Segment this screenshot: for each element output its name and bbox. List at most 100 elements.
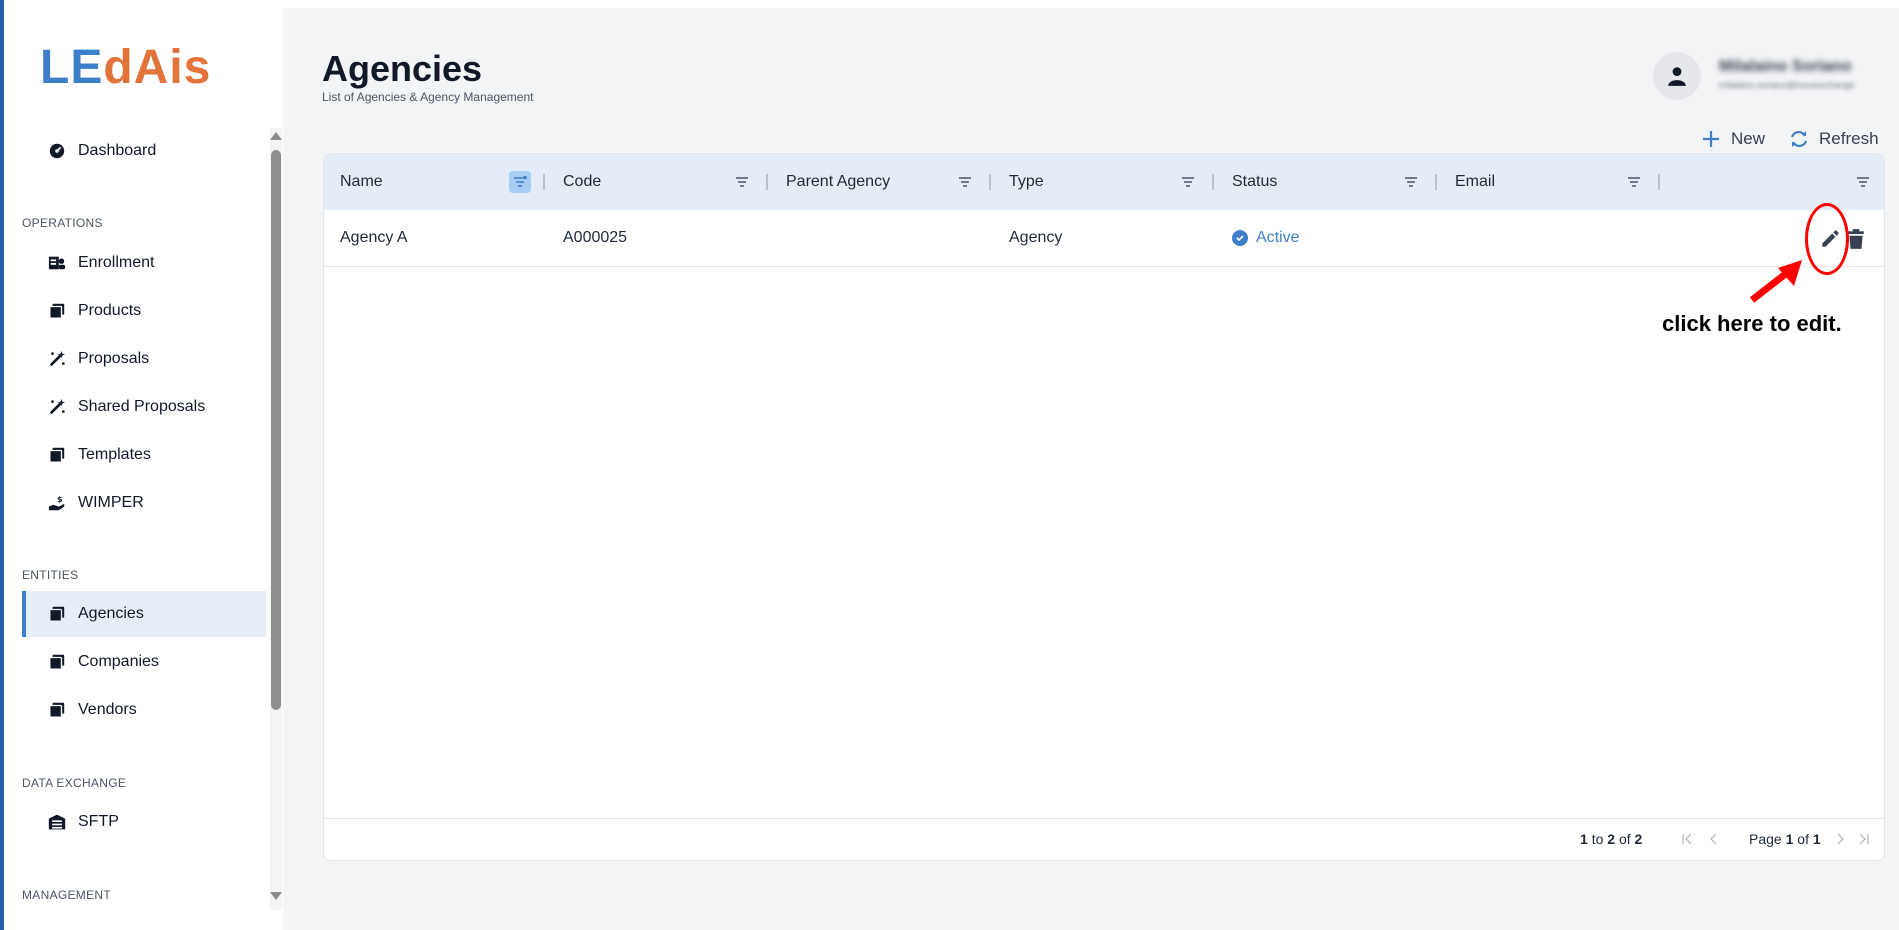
- sidebar-scroll-thumb[interactable]: [271, 150, 281, 710]
- new-button[interactable]: New: [1701, 124, 1765, 154]
- annotation-circle: [1805, 203, 1849, 275]
- avatar[interactable]: [1653, 52, 1701, 100]
- column-separator[interactable]: [989, 174, 991, 190]
- table-header: Name Code Parent Agency Type Status Emai…: [324, 154, 1884, 210]
- sidebar-item-dashboard[interactable]: Dashboard: [22, 128, 266, 174]
- user-icon: [1668, 67, 1686, 86]
- sidebar-item-label: Agencies: [78, 605, 144, 622]
- range-total: 2: [1634, 831, 1643, 847]
- dashboard-icon: [49, 143, 65, 159]
- column-header-code[interactable]: Code: [563, 154, 601, 210]
- page-of-word: of: [1797, 831, 1809, 847]
- filter-icon: [959, 177, 971, 187]
- next-page-icon: [1837, 833, 1844, 845]
- sidebar-item-proposals[interactable]: Proposals: [22, 336, 266, 382]
- section-operations: OPERATIONS: [22, 216, 103, 230]
- vendors-icon: [49, 702, 65, 718]
- agencies-icon: [49, 606, 65, 622]
- companies-icon: [49, 654, 65, 670]
- section-data-exchange: DATA EXCHANGE: [22, 776, 127, 790]
- sidebar-item-label: WIMPER: [78, 494, 144, 511]
- range-from: 1: [1580, 831, 1588, 847]
- first-page-button[interactable]: [1677, 829, 1697, 849]
- sidebar: LEdAis Dashboard OPERATIONS Enrollment P…: [0, 0, 283, 930]
- refresh-icon: [1790, 130, 1808, 148]
- filter-icon: [1857, 177, 1869, 187]
- svg-text:$: $: [57, 494, 63, 504]
- cell-code: A000025: [563, 229, 628, 246]
- prev-page-button[interactable]: [1704, 829, 1724, 849]
- scroll-down-arrow-icon[interactable]: [270, 892, 282, 900]
- sidebar-item-templates[interactable]: Templates: [22, 432, 266, 478]
- sidebar-item-sftp[interactable]: SFTP: [22, 799, 266, 845]
- column-separator[interactable]: [1658, 174, 1660, 190]
- column-header-status[interactable]: Status: [1232, 154, 1277, 210]
- sidebar-item-label: Templates: [78, 446, 151, 463]
- plus-icon: [1703, 131, 1719, 147]
- logo-part-2: dAis: [103, 41, 212, 94]
- first-page-icon: [1682, 833, 1692, 845]
- last-page-button[interactable]: [1854, 829, 1874, 849]
- page-subtitle: List of Agencies & Agency Management: [322, 90, 534, 104]
- parent-agency-filter-button[interactable]: [955, 173, 975, 191]
- sidebar-item-label: Products: [78, 302, 142, 319]
- cell-type: Agency: [1009, 229, 1063, 246]
- filter-icon: [1405, 177, 1417, 187]
- templates-icon: [49, 447, 65, 463]
- last-page-icon: [1859, 833, 1869, 845]
- annotation-arrow-icon: [1749, 260, 1802, 303]
- delete-button[interactable]: [1846, 228, 1868, 250]
- pagination-summary: 1 to 2 of 2: [1580, 831, 1642, 847]
- column-separator[interactable]: [766, 174, 768, 190]
- sidebar-item-label: SFTP: [78, 813, 119, 830]
- sidebar-item-label: Enrollment: [78, 254, 155, 271]
- main-content: Agencies List of Agencies & Agency Manag…: [283, 8, 1899, 930]
- sidebar-item-companies[interactable]: Companies: [22, 639, 266, 685]
- column-separator[interactable]: [543, 174, 545, 190]
- sidebar-item-label: Companies: [78, 653, 159, 670]
- sidebar-item-vendors[interactable]: Vendors: [22, 687, 266, 733]
- sidebar-item-agencies[interactable]: Agencies: [22, 591, 266, 637]
- column-header-name[interactable]: Name: [340, 154, 383, 210]
- sidebar-item-wimper[interactable]: $ WIMPER: [22, 480, 266, 526]
- refresh-button[interactable]: Refresh: [1789, 124, 1879, 154]
- user-email: milalaino.soriano@insurexchange: [1719, 80, 1855, 90]
- refresh-button-label: Refresh: [1819, 129, 1879, 148]
- wimper-icon: $: [48, 494, 65, 511]
- page-title: Agencies: [322, 48, 483, 89]
- user-name[interactable]: Milalaino Soriano: [1719, 58, 1851, 76]
- sidebar-item-products[interactable]: Products: [22, 288, 266, 334]
- filter-icon: [514, 176, 527, 187]
- column-separator[interactable]: [1435, 174, 1437, 190]
- page-word: Page: [1749, 831, 1782, 847]
- column-separator[interactable]: [1212, 174, 1214, 190]
- agencies-table: Name Code Parent Agency Type Status Emai…: [323, 153, 1885, 861]
- logo-part-1: LE: [40, 41, 104, 94]
- table-row[interactable]: Agency A A000025 Agency Active: [324, 210, 1884, 267]
- annotation-text: click here to edit.: [1662, 311, 1842, 336]
- products-icon: [49, 303, 65, 319]
- check-circle-icon: [1232, 230, 1248, 246]
- sidebar-item-enrollment[interactable]: Enrollment: [22, 240, 266, 286]
- filter-icon: [1182, 177, 1194, 187]
- app-logo[interactable]: LEdAis: [40, 40, 211, 95]
- name-filter-button[interactable]: [509, 171, 531, 193]
- scroll-up-arrow-icon[interactable]: [270, 132, 282, 140]
- section-management: MANAGEMENT: [22, 888, 112, 902]
- cell-name: Agency A: [340, 229, 408, 246]
- new-button-label: New: [1731, 129, 1766, 148]
- sidebar-item-label: Vendors: [78, 701, 137, 718]
- column-header-parent-agency[interactable]: Parent Agency: [786, 154, 890, 210]
- sidebar-item-shared-proposals[interactable]: Shared Proposals: [22, 384, 266, 430]
- column-header-type[interactable]: Type: [1009, 154, 1044, 210]
- email-filter-button[interactable]: [1624, 173, 1644, 191]
- status-label: Active: [1256, 229, 1300, 246]
- column-header-email[interactable]: Email: [1455, 154, 1495, 210]
- table-footer: 1 to 2 of 2 Page 1 of 1: [324, 818, 1884, 860]
- next-page-button[interactable]: [1830, 829, 1850, 849]
- sidebar-item-label: Dashboard: [78, 142, 157, 159]
- actions-filter-button[interactable]: [1853, 173, 1873, 191]
- code-filter-button[interactable]: [732, 173, 752, 191]
- type-filter-button[interactable]: [1178, 173, 1198, 191]
- status-filter-button[interactable]: [1401, 173, 1421, 191]
